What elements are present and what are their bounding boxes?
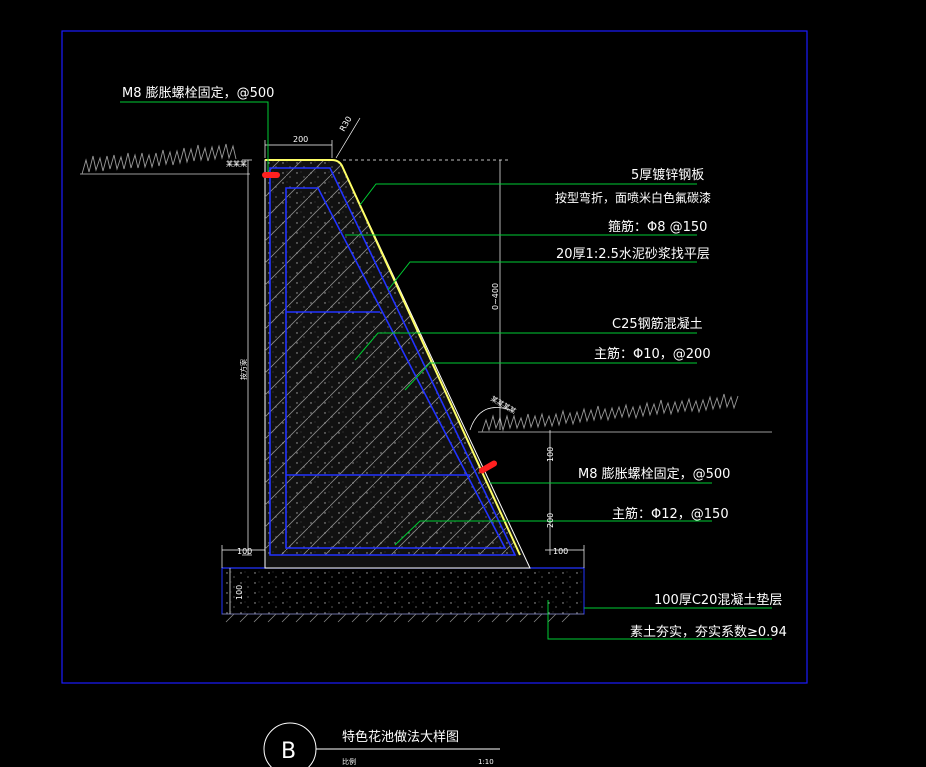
ground-grass-left	[80, 143, 250, 175]
label-main-bar-1: 主筋：Φ10，@200	[594, 346, 711, 362]
concrete-cushion	[221, 567, 585, 615]
dim-slope-200: 200	[546, 513, 555, 528]
dim-radius: R30	[338, 115, 354, 133]
dim-top-width: 200	[293, 135, 308, 144]
label-steel-plate-note: 按型弯折，面喷米白色氟碳漆	[555, 190, 711, 205]
label-cushion: 100厚C20混凝土垫层	[654, 592, 782, 608]
bolt-top	[262, 172, 280, 178]
dim-bottom-right: 100	[553, 547, 568, 556]
label-main-bar-2: 主筋：Φ12，@150	[612, 506, 729, 522]
dim-height-range: 0~400	[491, 283, 500, 310]
label-bottom-bolt: M8 膨胀螺栓固定，@500	[578, 467, 730, 482]
concrete-wall	[264, 159, 531, 569]
dim-cushion-thk: 100	[235, 585, 244, 600]
title-scale: 1:10	[478, 758, 494, 766]
compacted-soil	[222, 613, 584, 623]
dim-wall-height: 按方案	[239, 359, 248, 380]
title-letter: B	[281, 739, 296, 764]
title-block: B 特色花池做法大样图 比例 1:10	[263, 722, 500, 767]
label-mortar: 20厚1:2.5水泥砂浆找平层	[556, 247, 710, 262]
dim-bottom-left: 100	[237, 547, 252, 556]
detail-drawing: M8 膨胀螺栓固定，@500 5厚镀锌钢板 按型弯折，面喷米白色氟碳漆 箍筋：Φ…	[61, 30, 808, 767]
ground-grass-right	[478, 393, 772, 433]
label-concrete: C25钢筋混凝土	[612, 316, 703, 332]
label-top-bolt: M8 膨胀螺栓固定，@500	[122, 86, 274, 101]
label-steel-plate: 5厚镀锌钢板	[631, 167, 704, 183]
label-stirrup: 箍筋：Φ8 @150	[608, 219, 707, 235]
label-soil: 素土夯实，夯实系数≥0.94	[630, 625, 787, 640]
title-sub: 比例	[342, 757, 356, 766]
dim-tag-left: 某某某	[226, 160, 247, 168]
title-text: 特色花池做法大样图	[342, 729, 459, 745]
dim-ground-100: 100	[546, 447, 555, 462]
dim-small-tag: 某某某某	[489, 395, 517, 416]
